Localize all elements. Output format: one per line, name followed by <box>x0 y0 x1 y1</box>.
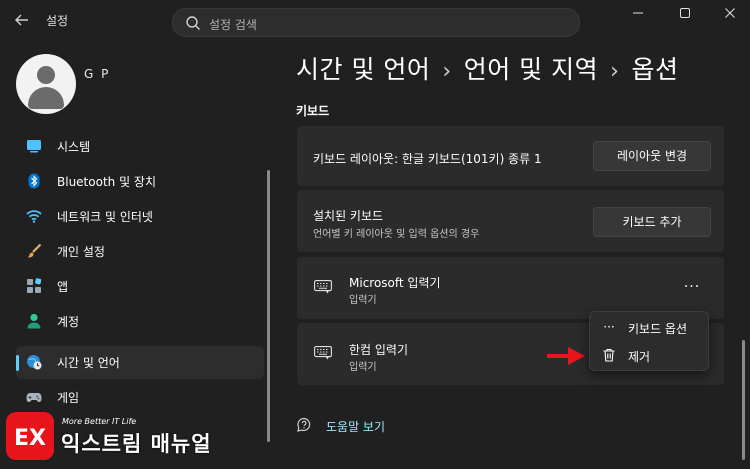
sidebar-item-label: 네트워크 및 인터넷 <box>57 210 153 224</box>
microsoft-ime-card[interactable]: Microsoft 입력기 입력기 ··· <box>297 257 724 319</box>
help-label: 도움말 보기 <box>326 420 386 434</box>
more-options-button[interactable]: ··· <box>677 277 707 301</box>
minimize-icon <box>633 12 643 14</box>
hancom-ime-type: 입력기 <box>349 362 377 373</box>
avatar[interactable] <box>16 54 76 114</box>
account-icon <box>27 313 41 329</box>
maximize-icon <box>680 8 690 18</box>
sidebar-item-network[interactable]: 네트워크 및 인터넷 <box>16 200 264 233</box>
section-title-keyboard: 키보드 <box>296 104 330 118</box>
sidebar-item-label: 앱 <box>57 280 69 294</box>
breadcrumb-separator: › <box>610 59 620 84</box>
app-title: 설정 <box>46 14 69 28</box>
brush-icon <box>28 243 42 258</box>
more-icon: ··· <box>603 320 615 334</box>
microsoft-ime-type: 입력기 <box>349 295 377 306</box>
change-layout-button[interactable]: 레이아웃 변경 <box>593 141 711 171</box>
title-bar: 설정 설정 검색 <box>0 0 750 40</box>
sidebar-item-label: 개인 설정 <box>57 245 105 259</box>
sidebar: G P 시스템 Bluetooth 및 장치 네트워크 및 인터넷 개인 설정 … <box>0 40 276 469</box>
maximize-button[interactable] <box>667 4 703 28</box>
avatar-head-icon <box>37 66 55 84</box>
microsoft-ime-label: Microsoft 입력기 <box>349 276 441 290</box>
breadcrumb-options: 옵션 <box>631 55 679 84</box>
keyboard-layout-label: 키보드 레이아웃: 한글 키보드(101키) 종류 1 <box>313 152 542 166</box>
sidebar-item-accounts[interactable]: 계정 <box>16 305 264 338</box>
search-placeholder: 설정 검색 <box>209 18 257 32</box>
wifi-icon <box>26 210 42 223</box>
watermark-logo-text: EX <box>14 426 46 451</box>
hancom-ime-label: 한컴 입력기 <box>349 343 409 357</box>
sidebar-item-personalization[interactable]: 개인 설정 <box>16 235 264 268</box>
watermark-title: 익스트림 매뉴얼 <box>61 432 212 456</box>
bluetooth-icon <box>28 173 40 189</box>
sidebar-item-label: 계정 <box>57 315 80 329</box>
globe-clock-icon <box>27 355 42 370</box>
selection-indicator <box>16 355 19 371</box>
close-icon <box>725 8 735 18</box>
watermark: EX More Better IT Life 익스트림 매뉴얼 <box>5 411 215 461</box>
annotation-arrow-icon <box>547 347 585 365</box>
menu-item-keyboard-options[interactable]: ··· 키보드 옵션 <box>590 314 708 342</box>
sidebar-item-gaming[interactable]: 게임 <box>16 381 264 414</box>
add-keyboard-button[interactable]: 키보드 추가 <box>593 207 711 237</box>
close-button[interactable] <box>712 4 748 28</box>
menu-item-remove[interactable]: 제거 <box>590 342 708 370</box>
context-menu: ··· 키보드 옵션 제거 <box>589 311 709 371</box>
apps-icon <box>27 278 42 293</box>
keyboard-icon <box>314 280 332 294</box>
trash-icon <box>603 348 615 362</box>
content-scrollbar[interactable] <box>742 340 745 460</box>
breadcrumb-time-language[interactable]: 시간 및 언어 <box>296 55 430 84</box>
help-icon <box>297 417 311 432</box>
sidebar-scrollbar[interactable] <box>267 170 270 442</box>
sidebar-item-label: 시간 및 언어 <box>57 356 120 370</box>
keyboard-layout-card: 키보드 레이아웃: 한글 키보드(101키) 종류 1 레이아웃 변경 <box>297 126 724 186</box>
breadcrumb-separator: › <box>442 59 452 84</box>
avatar-body-icon <box>28 87 64 109</box>
sidebar-item-label: 게임 <box>57 391 80 405</box>
installed-keyboards-card: 설치된 키보드 언어별 키 레이아웃 및 입력 옵션의 경우 키보드 추가 <box>297 190 724 252</box>
gamepad-icon <box>26 393 42 402</box>
sidebar-item-apps[interactable]: 앱 <box>16 270 264 303</box>
breadcrumb-language-region[interactable]: 언어 및 지역 <box>464 55 598 84</box>
keyboard-icon <box>314 346 332 360</box>
installed-keyboards-label: 설치된 키보드 <box>313 209 384 223</box>
sidebar-item-system[interactable]: 시스템 <box>16 130 264 163</box>
menu-item-label: 키보드 옵션 <box>628 322 688 336</box>
system-icon <box>27 140 41 153</box>
sidebar-item-label: Bluetooth 및 장치 <box>57 175 157 189</box>
watermark-tagline: More Better IT Life <box>62 417 137 426</box>
search-input[interactable]: 설정 검색 <box>172 8 580 37</box>
menu-item-label: 제거 <box>628 350 651 364</box>
sidebar-item-label: 시스템 <box>57 140 91 154</box>
search-icon <box>186 16 200 30</box>
sidebar-item-bluetooth[interactable]: Bluetooth 및 장치 <box>16 165 264 198</box>
installed-keyboards-description: 언어별 키 레이아웃 및 입력 옵션의 경우 <box>313 229 480 240</box>
back-arrow-icon <box>15 14 28 26</box>
user-name: G P <box>84 67 111 81</box>
watermark-logo-icon: EX <box>6 412 54 460</box>
minimize-button[interactable] <box>620 4 656 28</box>
breadcrumb: 시간 및 언어 › 언어 및 지역 › 옵션 <box>296 50 678 86</box>
back-button[interactable] <box>12 10 32 30</box>
sidebar-item-time-language[interactable]: 시간 및 언어 <box>16 346 264 379</box>
